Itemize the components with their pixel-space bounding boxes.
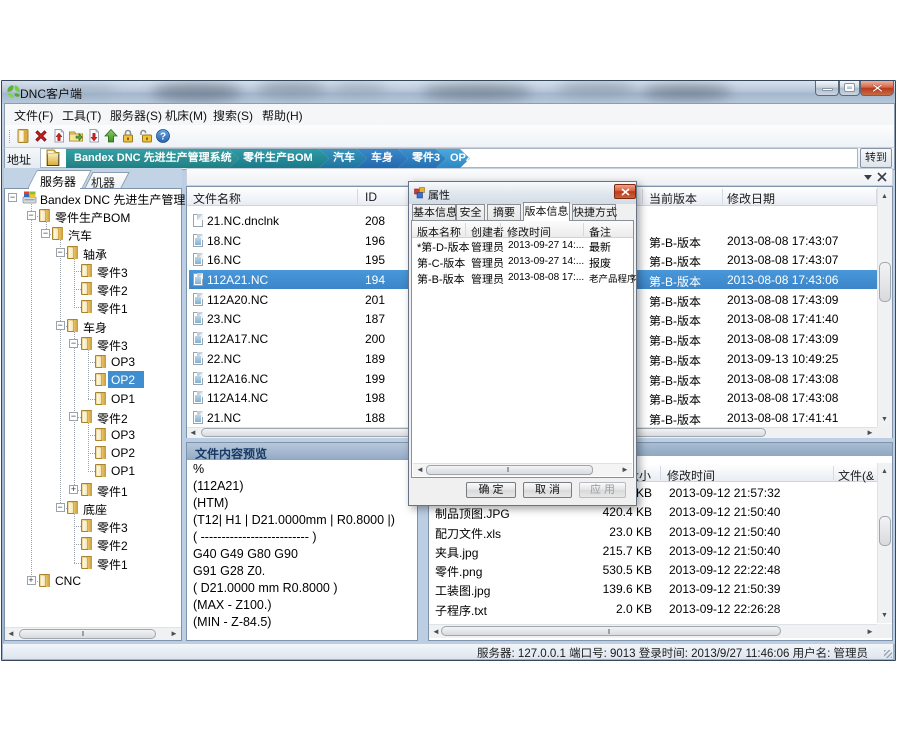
svg-text:?: ?	[160, 132, 166, 143]
